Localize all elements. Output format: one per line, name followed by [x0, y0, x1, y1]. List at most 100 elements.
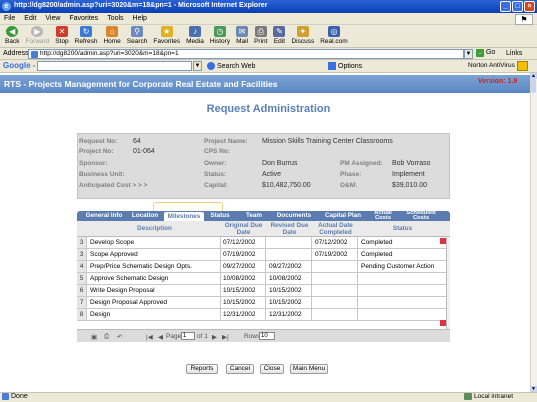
tab-scheduled-costs[interactable]: Scheduled Costs	[400, 211, 442, 221]
first-page-icon[interactable]: |◀	[146, 333, 153, 341]
cell-description[interactable]: Approve Schematic Design	[88, 273, 221, 284]
tab-team[interactable]: Team	[238, 211, 270, 221]
refresh-button[interactable]: ↻ Refresh	[72, 25, 101, 45]
cell-original-due-date[interactable]: 07/12/2002	[221, 237, 266, 248]
cell-description[interactable]: Develop Scope	[88, 237, 221, 248]
column-actual-date-completed[interactable]: Actual Date Completed	[313, 221, 358, 237]
mail-button[interactable]: ✉ Mail	[233, 25, 251, 45]
cell-status[interactable]: Pending Customer Action	[359, 261, 446, 272]
google-logo[interactable]: Google -	[3, 61, 35, 70]
page-number-input[interactable]: 1	[181, 332, 195, 340]
cell-revised-due-date[interactable]	[267, 237, 312, 248]
row-number[interactable]: 5	[77, 273, 87, 284]
tab-documents[interactable]: Documents	[272, 211, 316, 221]
tab-actual-costs[interactable]: Actual Costs	[368, 211, 398, 221]
table-row[interactable]: 5 Approve Schematic Design 10/08/2002 10/08…	[77, 273, 446, 285]
cell-revised-due-date[interactable]: 09/27/2002	[267, 261, 312, 272]
tab-general-info[interactable]: General Info	[79, 211, 129, 221]
go-button[interactable]: → Go	[476, 49, 498, 59]
stop-button[interactable]: ✕ Stop	[52, 25, 71, 45]
cell-actual-date-completed[interactable]	[313, 285, 358, 296]
cell-revised-due-date[interactable]: 10/15/2002	[267, 297, 312, 308]
edit-button[interactable]: ✎ Edit	[270, 25, 288, 45]
cell-original-due-date[interactable]: 10/15/2002	[221, 285, 266, 296]
tab-milestones[interactable]: Milestones	[163, 211, 205, 221]
realcom-button[interactable]: ◎ Real.com	[317, 25, 350, 45]
cell-revised-due-date[interactable]: 10/15/2002	[267, 285, 312, 296]
google-search-input[interactable]	[37, 61, 192, 71]
table-row[interactable]: 6 Write Design Proposal 10/15/2002 10/15/20…	[77, 285, 446, 297]
cell-status[interactable]	[359, 285, 446, 296]
row-number[interactable]: 4	[77, 261, 87, 272]
undo-icon[interactable]: ↶	[117, 333, 122, 341]
main-menu-button[interactable]: Main Menu	[290, 364, 328, 374]
search-button[interactable]: ⚲ Search	[124, 25, 151, 45]
cell-status[interactable]: Completed	[359, 237, 446, 248]
back-button[interactable]: ◀ Back	[2, 25, 22, 45]
grid-scrollbar[interactable]	[446, 237, 450, 329]
column-description[interactable]: Description	[88, 221, 221, 237]
history-button[interactable]: ◷ History	[207, 25, 233, 45]
cell-status[interactable]	[359, 309, 446, 320]
close-button[interactable]: Close	[260, 364, 284, 374]
cell-original-due-date[interactable]: 12/31/2002	[221, 309, 266, 320]
cell-actual-date-completed[interactable]	[313, 309, 358, 320]
search-web-button[interactable]: Search Web	[207, 62, 255, 70]
norton-antivirus-label[interactable]: Norton AntiVirus	[468, 62, 515, 69]
cell-status[interactable]	[359, 273, 446, 284]
menu-edit[interactable]: Edit	[24, 15, 36, 22]
cell-actual-date-completed[interactable]	[313, 261, 358, 272]
cell-actual-date-completed[interactable]: 07/19/2002	[313, 249, 358, 260]
scrollbar-thumb[interactable]	[531, 79, 536, 93]
cell-actual-date-completed[interactable]	[313, 297, 358, 308]
table-row[interactable]: 7 Design Proposal Approved 10/15/2002 10/15…	[77, 297, 446, 309]
options-button[interactable]: Options	[328, 62, 362, 70]
cell-actual-date-completed[interactable]	[313, 273, 358, 284]
close-window-button[interactable]: ×	[524, 1, 535, 12]
menu-tools[interactable]: Tools	[107, 15, 123, 22]
media-button[interactable]: ♪ Media	[183, 25, 207, 45]
grid-scroll-up-button[interactable]	[440, 238, 446, 244]
reports-button[interactable]: Reports	[186, 364, 218, 374]
cell-original-due-date[interactable]: 07/19/2002	[221, 249, 266, 260]
cell-actual-date-completed[interactable]: 07/12/2002	[313, 237, 358, 248]
home-button[interactable]: ⌂ Home	[100, 25, 123, 45]
menu-view[interactable]: View	[45, 15, 60, 22]
cell-revised-due-date[interactable]	[267, 249, 312, 260]
table-row[interactable]: 8 Design 12/31/2002 12/31/2002	[77, 309, 446, 321]
cell-status[interactable]	[359, 297, 446, 308]
row-number[interactable]: 7	[77, 297, 87, 308]
cell-description[interactable]: Prep/Price Schematic Design Opts.	[88, 261, 221, 272]
cell-description[interactable]: Write Design Proposal	[88, 285, 221, 296]
rows-per-page-input[interactable]: 10	[259, 332, 275, 340]
row-number[interactable]: 8	[77, 309, 87, 320]
save-icon[interactable]: ▣	[91, 333, 97, 341]
print-button[interactable]: ⎙ Print	[251, 25, 270, 45]
tab-status[interactable]: Status	[206, 211, 234, 221]
cell-revised-due-date[interactable]: 12/31/2002	[267, 309, 312, 320]
cell-revised-due-date[interactable]: 10/08/2002	[267, 273, 312, 284]
norton-icon[interactable]	[517, 61, 528, 71]
page-scrollbar[interactable]	[530, 73, 537, 392]
column-original-due-date[interactable]: Original Due Date	[221, 221, 266, 237]
cell-description[interactable]: Scope Approved	[88, 249, 221, 260]
previous-page-icon[interactable]: ◀	[158, 333, 163, 341]
row-number[interactable]: 3	[77, 249, 87, 260]
cancel-button[interactable]: Cancel	[226, 364, 254, 374]
next-page-icon[interactable]: ▶	[212, 333, 217, 341]
tab-capital-plan[interactable]: Capital Plan	[319, 211, 367, 221]
cell-original-due-date[interactable]: 10/08/2002	[221, 273, 266, 284]
column-revised-due-date[interactable]: Revised Due Date	[267, 221, 312, 237]
last-page-icon[interactable]: ▶|	[222, 333, 229, 341]
row-number[interactable]: 3	[77, 237, 87, 248]
maximize-button[interactable]: □	[512, 1, 523, 12]
cell-description[interactable]: Design	[88, 309, 221, 320]
favorites-button[interactable]: ★ Favorites	[150, 25, 183, 45]
cell-original-due-date[interactable]: 09/27/2002	[221, 261, 266, 272]
table-row[interactable]: 3 Develop Scope 07/12/2002 07/12/2002 Comple…	[77, 237, 446, 249]
cell-description[interactable]: Design Proposal Approved	[88, 297, 221, 308]
grid-scroll-down-button[interactable]	[440, 320, 446, 326]
minimize-button[interactable]: _	[500, 1, 511, 12]
table-row[interactable]: 4 Prep/Price Schematic Design Opts. 09/27/…	[77, 261, 446, 273]
print-grid-icon[interactable]: ⎙	[104, 333, 109, 341]
